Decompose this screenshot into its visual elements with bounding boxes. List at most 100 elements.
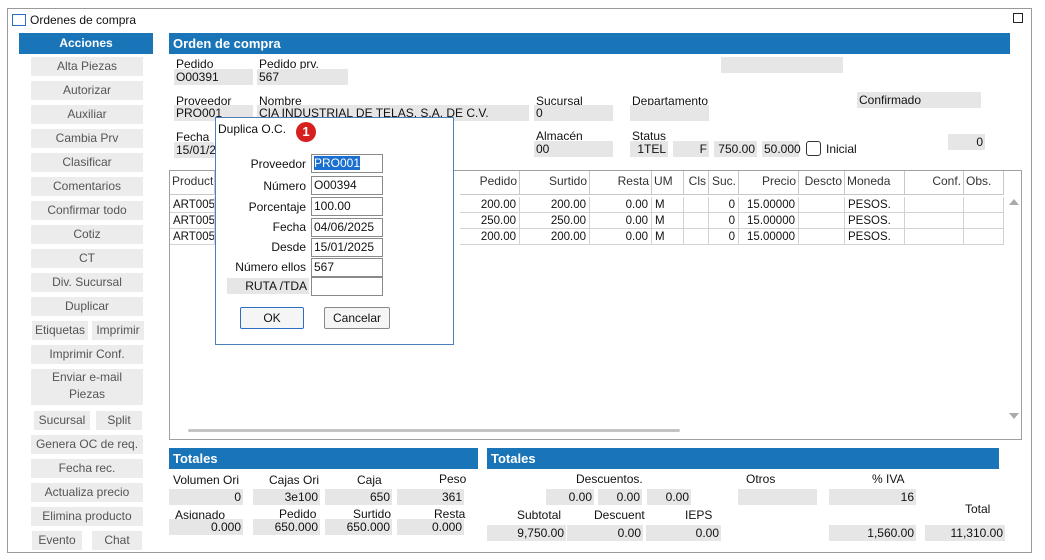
table-cell-surtido[interactable]: 200.00	[520, 229, 590, 245]
table-cell-resta[interactable]: 0.00	[590, 197, 652, 213]
grid-header-precio[interactable]: Precio	[739, 171, 799, 195]
desc2-field[interactable]: 0.00	[598, 489, 642, 505]
iva-pct-field[interactable]: 16	[829, 489, 916, 505]
table-cell-surtido[interactable]: 200.00	[520, 197, 590, 213]
sidebar-button-comentarios[interactable]: Comentarios	[31, 177, 143, 196]
caja-field[interactable]: 650	[325, 489, 392, 505]
table-cell-obs[interactable]	[964, 197, 1004, 213]
genera-oc-button[interactable]: Genera OC de req.	[31, 435, 143, 454]
grid-header-resta[interactable]: Resta	[590, 171, 652, 195]
fecha-field[interactable]: 15/01/2	[174, 142, 216, 158]
table-cell-conf[interactable]	[905, 197, 964, 213]
table-cell-cls[interactable]	[684, 213, 709, 229]
table-cell-um[interactable]: M	[652, 197, 684, 213]
grid-header-descto[interactable]: Descto	[799, 171, 845, 195]
table-cell-moneda[interactable]: PESOS.	[845, 197, 905, 213]
resta-total-field[interactable]: 0.000	[397, 519, 464, 535]
table-cell-precio[interactable]: 15.00000	[739, 229, 799, 245]
chat-button[interactable]: Chat	[92, 531, 142, 550]
elimina-producto-button[interactable]: Elimina producto	[31, 507, 143, 526]
table-cell-pedido[interactable]: 200.00	[460, 229, 520, 245]
evento-button[interactable]: Evento	[32, 531, 82, 550]
sidebar-button-clasificar[interactable]: Clasificar	[31, 153, 143, 172]
table-cell-surtido[interactable]: 250.00	[520, 213, 590, 229]
sucursal-field[interactable]: 0	[534, 105, 613, 121]
grid-header-obs[interactable]: Obs.	[964, 171, 1004, 195]
surtido-total-field[interactable]: 650.000	[325, 519, 392, 535]
scroll-down-icon[interactable]	[1009, 413, 1019, 419]
almacen-field[interactable]: 00	[534, 141, 613, 157]
table-cell-obs[interactable]	[964, 229, 1004, 245]
enviar-email-button[interactable]: Enviar e-mail Piezas	[31, 369, 143, 405]
table-cell-resta[interactable]: 0.00	[590, 229, 652, 245]
status-field[interactable]: 1TEL	[630, 141, 668, 157]
dlg-proveedor-input[interactable]: PRO001	[311, 154, 383, 173]
inicial-checkbox[interactable]	[806, 141, 821, 156]
dlg-numero-input[interactable]: O00394	[311, 176, 383, 195]
actualiza-precio-button[interactable]: Actualiza precio	[31, 483, 143, 502]
split-button[interactable]: Split	[96, 411, 142, 430]
otros-field[interactable]	[738, 489, 817, 505]
grid-header-conf[interactable]: Conf.	[905, 171, 964, 195]
iva-amount-field[interactable]: 1,560.00	[829, 525, 916, 541]
table-cell-descto[interactable]	[799, 229, 845, 245]
desc3-field[interactable]: 0.00	[647, 489, 691, 505]
amount2-field[interactable]: 50.000	[762, 141, 801, 157]
sidebar-button-div-sucursal[interactable]: Div. Sucursal	[31, 273, 143, 292]
sidebar-button-duplicar[interactable]: Duplicar	[31, 297, 143, 316]
table-cell-precio[interactable]: 15.00000	[739, 197, 799, 213]
ok-button[interactable]: OK	[240, 307, 304, 329]
dlg-numero-ellos-input[interactable]: 567	[311, 258, 383, 277]
table-cell-descto[interactable]	[799, 197, 845, 213]
peso-field[interactable]: 361	[397, 489, 464, 505]
table-cell-cls[interactable]	[684, 197, 709, 213]
table-cell-cls[interactable]	[684, 229, 709, 245]
pedido-prv-field[interactable]: 567	[257, 69, 348, 85]
cajas-ori-field[interactable]: 3e100	[253, 489, 320, 505]
right-value-field[interactable]: 0	[948, 134, 985, 150]
maximize-icon[interactable]	[1013, 13, 1023, 23]
confirmado-field[interactable]: Confirmado	[857, 92, 981, 108]
horizontal-scrollbar[interactable]	[188, 429, 680, 432]
table-cell-suc[interactable]: 0	[709, 229, 739, 245]
dlg-fecha-input[interactable]: 04/06/2025	[311, 218, 383, 237]
asignado-field[interactable]: 0.000	[169, 519, 243, 535]
dlg-porcentaje-input[interactable]: 100.00	[311, 197, 383, 216]
sidebar-button-autorizar[interactable]: Autorizar	[31, 81, 143, 100]
sidebar-button-cambia-prv[interactable]: Cambia Prv	[31, 129, 143, 148]
table-cell-suc[interactable]: 0	[709, 197, 739, 213]
dlg-ruta-input[interactable]	[311, 277, 383, 296]
table-cell-precio[interactable]: 15.00000	[739, 213, 799, 229]
sidebar-button-confirmar-todo[interactable]: Confirmar todo	[31, 201, 143, 220]
table-cell-pedido[interactable]: 250.00	[460, 213, 520, 229]
amount1-field[interactable]: 750.00	[714, 141, 757, 157]
pedido-total-field[interactable]: 650.000	[253, 519, 320, 535]
total-field[interactable]: 11,310.00	[925, 525, 1005, 541]
grid-header-surtido[interactable]: Surtido	[520, 171, 590, 195]
table-cell-resta[interactable]: 0.00	[590, 213, 652, 229]
departamento-field[interactable]	[630, 105, 709, 121]
ieps-field[interactable]: 0.00	[646, 525, 721, 541]
desc1-field[interactable]: 0.00	[546, 489, 594, 505]
imprimir-button[interactable]: Imprimir	[92, 321, 144, 340]
grid-header-moneda[interactable]: Moneda	[845, 171, 905, 195]
grid-header-pedido[interactable]: Pedido	[460, 171, 520, 195]
sidebar-button-cotiz[interactable]: Cotiz	[31, 225, 143, 244]
fecha-rec-button[interactable]: Fecha rec.	[31, 459, 143, 478]
grid-header-um[interactable]: UM	[652, 171, 684, 195]
volumen-ori-field[interactable]: 0	[169, 489, 243, 505]
cancelar-button[interactable]: Cancelar	[324, 307, 390, 329]
sucursal-button[interactable]: Sucursal	[34, 411, 90, 430]
sidebar-button-auxiliar[interactable]: Auxiliar	[31, 105, 143, 124]
table-cell-moneda[interactable]: PESOS.	[845, 229, 905, 245]
table-cell-um[interactable]: M	[652, 229, 684, 245]
grid-header-cls[interactable]: Cls	[684, 171, 709, 195]
table-cell-conf[interactable]	[905, 213, 964, 229]
empty-field-top[interactable]	[721, 57, 843, 73]
table-cell-um[interactable]: M	[652, 213, 684, 229]
imprimir-conf-button[interactable]: Imprimir Conf.	[31, 345, 143, 364]
subtotal-field[interactable]: 9,750.00	[487, 525, 566, 541]
table-cell-pedido[interactable]: 200.00	[460, 197, 520, 213]
status-f-field[interactable]: F	[673, 141, 709, 157]
descuent-field[interactable]: 0.00	[567, 525, 643, 541]
